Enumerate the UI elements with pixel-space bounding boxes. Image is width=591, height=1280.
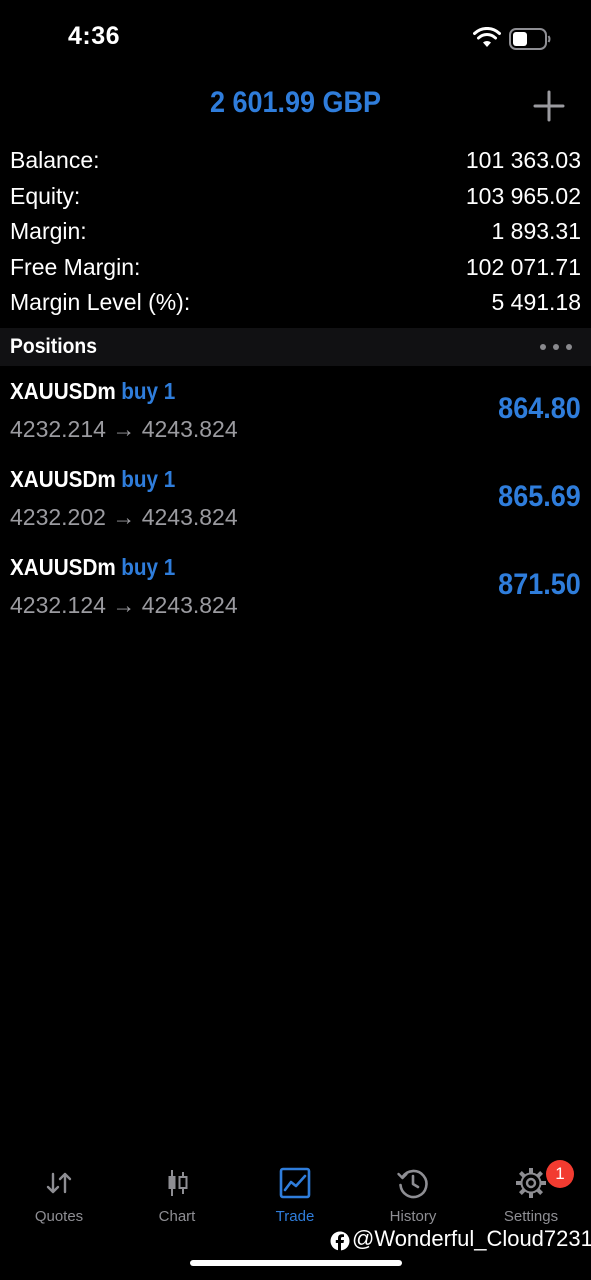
- account-balance-title[interactable]: 2 601.99 GBP: [30, 86, 562, 120]
- status-time: 4:36: [68, 22, 121, 50]
- position-symbol: XAUUSDm: [10, 554, 116, 580]
- summary-row-margin: Margin: 1 893.31: [0, 216, 591, 252]
- position-profit: 865.69: [498, 480, 581, 513]
- position-row[interactable]: XAUUSDm buy 1 4232.124 → 4243.824 871.50: [0, 546, 591, 634]
- history-clock-icon: [397, 1169, 428, 1199]
- header: 2 601.99 GBP: [0, 80, 591, 130]
- positions-list: XAUUSDm buy 1 4232.214 → 4243.824 864.80 …: [0, 370, 591, 634]
- home-indicator[interactable]: [190, 1260, 402, 1266]
- position-type: buy 1: [121, 378, 176, 404]
- summary-label: Free Margin:: [10, 253, 141, 280]
- position-title: XAUUSDm buy 1: [10, 378, 175, 405]
- position-symbol: XAUUSDm: [10, 378, 116, 404]
- tab-settings[interactable]: 1 Settings: [472, 1160, 590, 1230]
- summary-value: 103 965.02: [465, 182, 581, 209]
- dot: [566, 344, 572, 350]
- more-dots-icon[interactable]: [538, 340, 574, 354]
- positions-section-header: Positions: [0, 328, 591, 366]
- tab-history[interactable]: History: [354, 1160, 472, 1230]
- tab-label: History: [389, 1208, 437, 1225]
- position-row[interactable]: XAUUSDm buy 1 4232.214 → 4243.824 864.80: [0, 370, 591, 458]
- notification-badge: 1: [546, 1160, 574, 1188]
- tab-label: Quotes: [34, 1208, 84, 1225]
- summary-label: Equity:: [10, 182, 81, 209]
- position-title: XAUUSDm buy 1: [10, 554, 175, 581]
- dot: [553, 344, 559, 350]
- summary-value: 1 893.31: [491, 218, 581, 244]
- summary-row-free-margin: Free Margin: 102 071.71: [0, 252, 591, 288]
- position-title: XAUUSDm buy 1: [10, 466, 175, 493]
- wifi-icon: [473, 27, 501, 47]
- position-prices: 4232.214 → 4243.824: [10, 416, 238, 442]
- position-profit: 864.80: [498, 392, 581, 425]
- tab-quotes[interactable]: Quotes: [0, 1160, 118, 1230]
- candlestick-icon: [168, 1170, 188, 1196]
- summary-row-equity: Equity: 103 965.02: [0, 181, 591, 217]
- summary-value: 102 071.71: [465, 253, 581, 280]
- watermark: @Wonderful_Cloud7231: [330, 1226, 591, 1256]
- battery-icon: [509, 28, 551, 50]
- summary-label: Margin Level (%):: [10, 289, 191, 315]
- summary-label: Balance:: [10, 147, 100, 173]
- facebook-icon: [330, 1231, 350, 1251]
- position-type: buy 1: [121, 466, 176, 492]
- summary-value: 101 363.03: [465, 147, 581, 173]
- summary-row-margin-level: Margin Level (%): 5 491.18: [0, 287, 591, 323]
- position-prices: 4232.202 → 4243.824: [10, 504, 238, 530]
- gear-icon: [516, 1168, 546, 1198]
- tab-bar: Quotes Chart Trade History 1 Settings: [0, 1160, 591, 1230]
- summary-row-balance: Balance: 101 363.03: [0, 145, 591, 181]
- position-prices: 4232.124 → 4243.824: [10, 592, 238, 618]
- watermark-text: @Wonderful_Cloud7231: [352, 1226, 591, 1251]
- tab-label: Trade: [275, 1208, 315, 1225]
- position-type: buy 1: [121, 554, 176, 580]
- tab-label: Settings: [503, 1208, 559, 1225]
- position-profit: 871.50: [498, 568, 581, 601]
- tab-chart[interactable]: Chart: [118, 1160, 236, 1230]
- quotes-arrows-icon: [46, 1172, 72, 1194]
- trade-chart-icon: [279, 1167, 311, 1199]
- position-symbol: XAUUSDm: [10, 466, 116, 492]
- position-row[interactable]: XAUUSDm buy 1 4232.202 → 4243.824 865.69: [0, 458, 591, 546]
- tab-label: Chart: [158, 1208, 196, 1225]
- summary-value: 5 491.18: [491, 289, 581, 315]
- summary-label: Margin:: [10, 218, 87, 244]
- status-bar: 4:36: [0, 0, 591, 80]
- account-summary: Balance: 101 363.03 Equity: 103 965.02 M…: [0, 145, 591, 323]
- plus-icon[interactable]: [531, 88, 567, 124]
- section-title: Positions: [10, 335, 97, 358]
- tab-trade[interactable]: Trade: [236, 1160, 354, 1230]
- dot: [540, 344, 546, 350]
